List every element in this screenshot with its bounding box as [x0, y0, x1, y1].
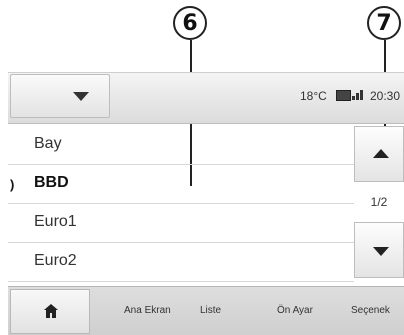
arrow-down-icon: [373, 247, 389, 256]
home-icon: [44, 304, 58, 318]
nav-list[interactable]: Liste: [200, 305, 221, 316]
nav-options[interactable]: Seçenek: [351, 305, 390, 316]
station-name: Bay: [34, 135, 62, 152]
scroll-up-button[interactable]: [354, 126, 404, 182]
source-dropdown-button[interactable]: [10, 74, 110, 118]
nav-presets[interactable]: Ön Ayar: [277, 305, 313, 316]
temperature: 18°C: [300, 89, 327, 103]
signal-icon: [352, 88, 366, 100]
scroll-controls: 1/2: [354, 126, 404, 280]
station-name: Euro1: [34, 213, 77, 230]
nav-home[interactable]: Ana Ekran: [124, 305, 171, 316]
station-name: BBD: [34, 174, 69, 191]
list-item[interactable]: ) BBD: [8, 165, 354, 204]
station-list: Bay ) BBD Euro1 Euro2: [8, 126, 354, 282]
list-item[interactable]: Bay: [8, 126, 354, 165]
list-item[interactable]: Euro2: [8, 243, 354, 282]
list-item[interactable]: Euro1: [8, 204, 354, 243]
chevron-down-icon: [73, 92, 89, 101]
arrow-up-icon: [373, 149, 389, 158]
callout-6: 6: [173, 6, 207, 40]
station-name: Euro2: [34, 252, 77, 269]
home-button[interactable]: [10, 289, 90, 334]
battery-icon: [336, 90, 351, 101]
radio-playing-icon: ): [10, 177, 15, 192]
callout-7: 7: [367, 6, 401, 40]
clock: 20:30: [370, 89, 401, 103]
scroll-down-button[interactable]: [354, 222, 404, 278]
page-indicator: 1/2: [370, 195, 388, 209]
